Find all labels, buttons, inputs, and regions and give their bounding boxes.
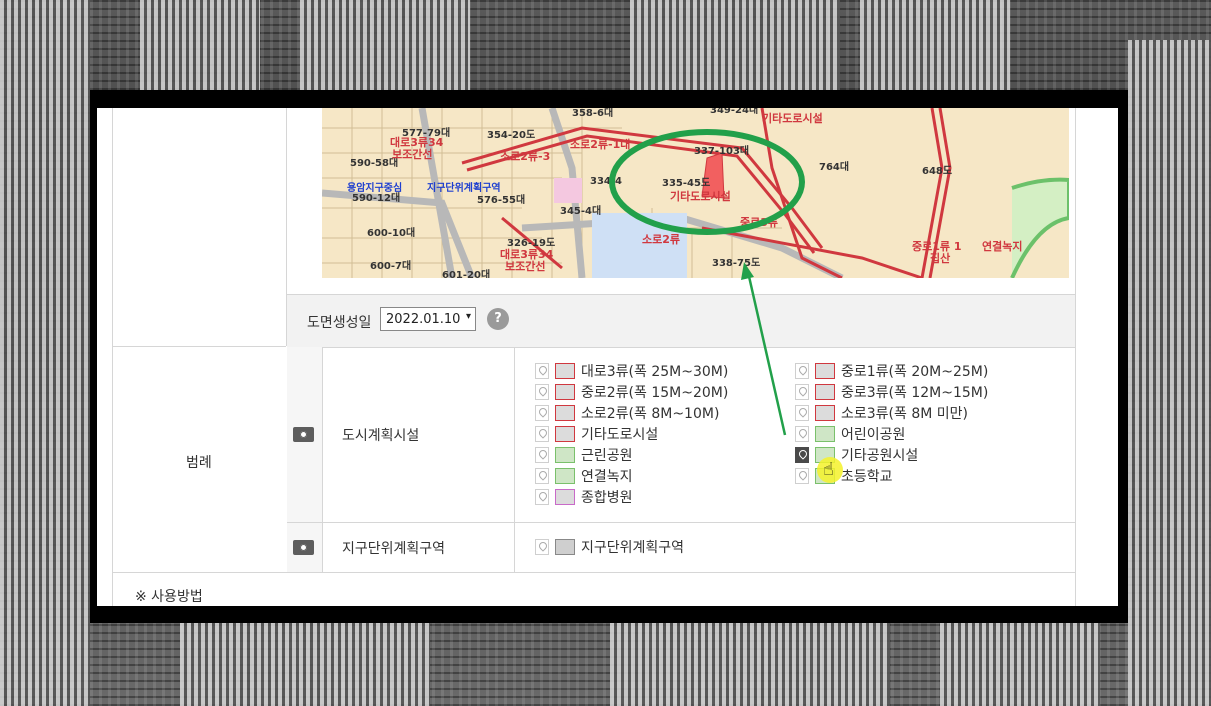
highlight-circle — [609, 129, 805, 235]
annotation-overlay — [609, 129, 805, 436]
arrow-head-icon — [741, 262, 754, 280]
annotation-arrow-line — [746, 271, 787, 436]
